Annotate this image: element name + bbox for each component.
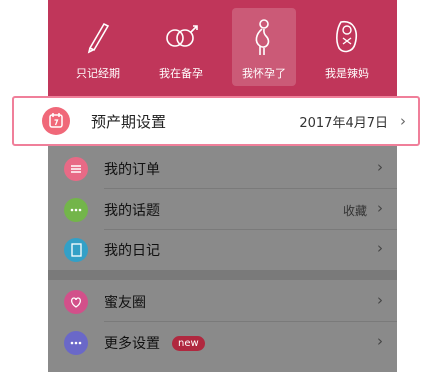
chevron-right-icon: › xyxy=(400,112,406,130)
calendar-icon xyxy=(42,107,70,135)
menu-item-more-settings[interactable]: 更多设置 new › xyxy=(48,323,397,363)
chevron-right-icon: › xyxy=(377,239,383,257)
menu-group-social: 蜜友圈 › 更多设置 new › xyxy=(48,280,397,372)
favorites-label: 收藏 xyxy=(342,204,367,218)
menu-item-label: 我的日记 xyxy=(104,243,160,259)
mode-pregnant[interactable]: 我怀孕了 xyxy=(232,8,296,86)
mode-mom[interactable]: 我是辣妈 xyxy=(315,8,379,86)
menu-item-orders[interactable]: 我的订单 › xyxy=(48,149,397,189)
menu-item-diary[interactable]: 我的日记 › xyxy=(48,230,397,270)
divider xyxy=(104,188,397,189)
chat-bubble-icon xyxy=(64,198,88,222)
menu-group-personal: 我的订单 › 我的话题 收藏 › 我的日记 › xyxy=(48,146,397,270)
mode-selector: 只记经期 我在备孕 我怀孕了 我是辣妈 xyxy=(48,0,397,100)
more-dots-icon xyxy=(64,331,88,355)
menu-item-label: 我的话题 xyxy=(104,203,160,219)
heart-circle-icon xyxy=(64,290,88,314)
mode-label: 我是辣妈 xyxy=(325,67,369,80)
menu-item-label: 蜜友圈 xyxy=(104,295,146,311)
menu-item-label: 更多设置 xyxy=(104,336,160,352)
gender-rings-icon xyxy=(166,25,198,47)
chevron-right-icon: › xyxy=(377,199,383,217)
mode-period-only[interactable]: 只记经期 xyxy=(66,8,130,86)
mode-label: 只记经期 xyxy=(76,67,120,80)
due-date-title: 预产期设置 xyxy=(91,113,167,131)
menu-item-friends-circle[interactable]: 蜜友圈 › xyxy=(48,282,397,322)
chevron-right-icon: › xyxy=(377,332,383,350)
mode-label: 我在备孕 xyxy=(159,67,203,80)
diary-icon xyxy=(64,238,88,262)
mode-trying[interactable]: 我在备孕 xyxy=(149,8,213,86)
orders-icon xyxy=(64,157,88,181)
profile-screen: 只记经期 我在备孕 我怀孕了 我是辣妈 我的订单 › 我的话题 收藏 › 我的日… xyxy=(48,0,397,372)
baby-icon xyxy=(336,20,357,53)
chevron-right-icon: › xyxy=(377,158,383,176)
chevron-right-icon: › xyxy=(377,291,383,309)
due-date-setting[interactable]: 预产期设置 2017年4月7日 › xyxy=(12,96,420,146)
new-badge: new xyxy=(172,336,205,351)
divider xyxy=(104,321,397,322)
menu-item-topics[interactable]: 我的话题 收藏 › xyxy=(48,190,397,230)
due-date-value: 2017年4月7日 xyxy=(299,116,388,131)
mode-label: 我怀孕了 xyxy=(242,67,286,80)
pencil-icon xyxy=(87,22,110,54)
pregnant-icon xyxy=(255,19,270,55)
menu-item-label: 我的订单 xyxy=(104,162,160,178)
